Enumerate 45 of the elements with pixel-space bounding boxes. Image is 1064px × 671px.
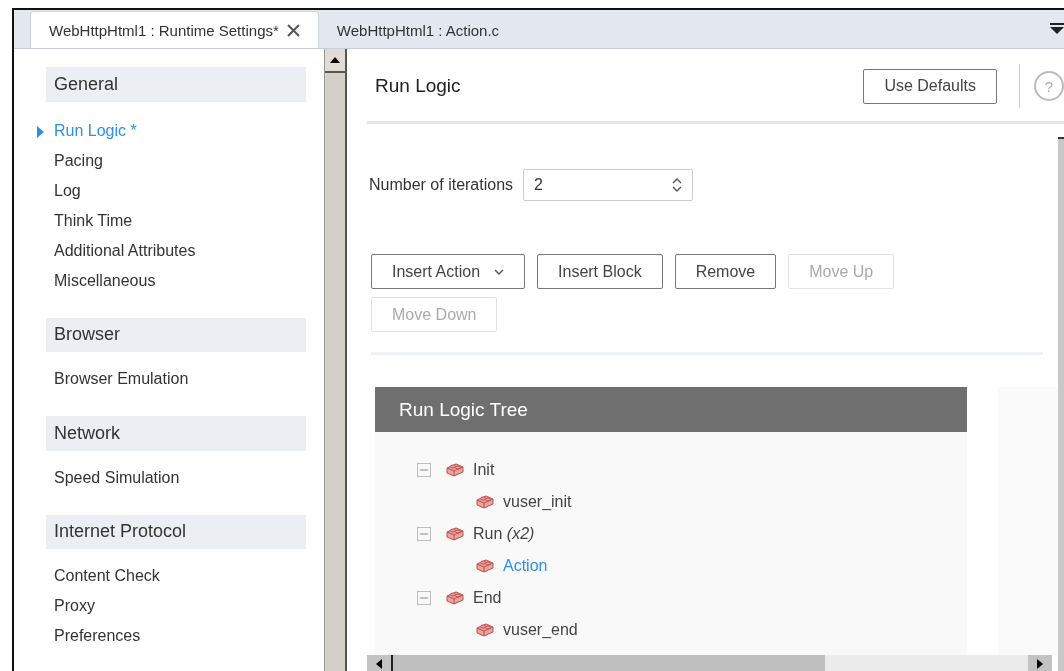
dropdown-icon[interactable] xyxy=(1050,23,1064,35)
horizontal-scrollbar[interactable] xyxy=(367,655,1052,671)
scrollbar[interactable] xyxy=(324,49,347,671)
triangle-icon xyxy=(37,125,44,138)
tree-node[interactable]: vuser_init xyxy=(503,493,572,511)
panel-title: Run Logic xyxy=(374,75,462,97)
action-button[interactable]: Insert Action xyxy=(371,254,526,289)
up-arrow-icon[interactable] xyxy=(330,57,340,63)
spinner-arrows-icon[interactable] xyxy=(672,177,683,193)
sidebar-item[interactable]: Miscellaneous xyxy=(36,265,306,296)
sidebar-item[interactable]: Browser Emulation xyxy=(36,364,306,394)
sidebar-item[interactable]: Preferences xyxy=(36,621,306,651)
section-header: Internet Protocol xyxy=(46,514,306,549)
sidebar-item[interactable]: Proxy xyxy=(36,591,306,621)
brick-icon xyxy=(475,557,495,575)
tree-node[interactable]: Init xyxy=(473,461,495,479)
tree-node[interactable]: End xyxy=(473,589,502,607)
section-header: General xyxy=(46,67,306,102)
section-header: Network xyxy=(46,416,306,451)
left-arrow-icon[interactable] xyxy=(376,659,382,669)
tab[interactable]: WebHttpHtml1 : Action.c xyxy=(318,12,518,48)
brick-icon xyxy=(445,461,465,479)
brick-icon xyxy=(445,589,465,607)
sidebar-item[interactable]: Additional Attributes xyxy=(36,235,306,266)
use-defaults-button[interactable]: Use Defaults xyxy=(863,68,997,104)
tree-node[interactable]: vuser_end xyxy=(503,621,578,639)
brick-icon xyxy=(475,493,495,511)
action-button[interactable]: Remove xyxy=(674,254,777,289)
tree-title: Run Logic Tree xyxy=(375,387,968,432)
action-button[interactable]: Insert Block xyxy=(537,254,663,289)
sidebar-item[interactable]: Content Check xyxy=(36,561,306,591)
tree-node[interactable]: Run (x2) xyxy=(473,525,535,543)
sidebar-item[interactable]: Pacing xyxy=(36,145,306,176)
sidebar-item[interactable]: Speed Simulation xyxy=(36,462,306,493)
sidebar-item[interactable]: Think Time xyxy=(36,205,306,236)
right-arrow-icon[interactable] xyxy=(1037,659,1043,669)
brick-icon xyxy=(445,525,465,543)
iterations-spinner[interactable]: 2 xyxy=(523,169,694,201)
section-header: Browser xyxy=(46,317,306,352)
sidebar-item[interactable]: Log xyxy=(36,175,306,206)
iterations-label: Number of iterations xyxy=(369,176,514,194)
brick-icon xyxy=(475,621,495,639)
close-icon[interactable] xyxy=(286,23,300,37)
tab[interactable]: WebHttpHtml1 : Runtime Settings* xyxy=(30,11,319,48)
vertical-scrollbar[interactable] xyxy=(1058,137,1064,671)
